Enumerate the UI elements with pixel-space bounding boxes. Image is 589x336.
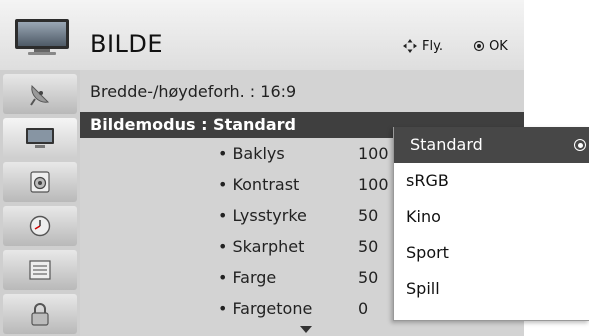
four-way-arrows-icon [403, 39, 417, 53]
setting-value: 100 [358, 144, 389, 163]
radio-selected-icon [574, 139, 586, 151]
setting-label: Farge [232, 268, 277, 287]
setting-value: 50 [358, 268, 379, 287]
clock-time-icon [29, 215, 51, 237]
mode-option-label: sRGB [406, 171, 449, 190]
sidebar-item-audio[interactable] [3, 162, 77, 202]
options-icon [29, 260, 51, 280]
setting-label: Skarphet [232, 237, 305, 256]
picture-mode-dropdown: Standard sRGB Kino Sport Spill [393, 127, 589, 321]
setting-label: Fargetone [232, 299, 313, 318]
sidebar-item-picture[interactable] [3, 118, 77, 158]
setting-row-sharpness[interactable]: • Skarphet 50 [218, 237, 418, 259]
ok-hint-label: OK [489, 38, 508, 54]
setting-row-brightness[interactable]: • Lysstyrke 50 [218, 206, 418, 228]
category-sidebar [0, 70, 80, 336]
mode-option-standard[interactable]: Standard [394, 127, 589, 163]
picture-mode-label: Bildemodus : Standard [90, 115, 296, 134]
mode-option-spill[interactable]: Spill [394, 271, 589, 307]
mode-option-label: Spill [406, 279, 440, 298]
setting-label: Baklys [232, 144, 285, 163]
bullet-icon: • [218, 237, 228, 256]
menu-header: BILDE Fly. OK [0, 0, 524, 70]
mode-option-label: Standard [410, 135, 483, 154]
sidebar-item-setup[interactable] [3, 74, 77, 114]
lock-icon [31, 303, 49, 326]
ok-button-icon [473, 40, 485, 52]
setting-row-contrast[interactable]: • Kontrast 100 [218, 175, 418, 197]
satellite-dish-icon [30, 84, 50, 106]
speaker-audio-icon [30, 171, 50, 193]
mode-option-label: Kino [406, 207, 441, 226]
bullet-icon: • [218, 175, 228, 194]
setting-value: 0 [358, 299, 369, 318]
mode-option-label: Sport [406, 243, 449, 262]
nav-hint-label: Fly. [422, 38, 444, 54]
setting-row-color[interactable]: • Farge 50 [218, 268, 418, 290]
bullet-icon: • [218, 206, 228, 225]
tv-picture-icon [26, 128, 54, 148]
scroll-down-arrow-icon[interactable] [300, 326, 312, 333]
bullet-icon: • [218, 268, 228, 287]
setting-value: 100 [358, 175, 389, 194]
setting-row-tint[interactable]: • Fargetone 0 [218, 299, 418, 321]
bullet-icon: • [218, 144, 228, 163]
tv-icon [15, 19, 69, 55]
sidebar-item-lock[interactable] [3, 294, 77, 334]
setting-label: Lysstyrke [232, 206, 307, 225]
setting-value: 50 [358, 237, 379, 256]
navigation-hint: Fly. OK [402, 38, 508, 54]
setting-value: 50 [358, 206, 379, 225]
menu-title: BILDE [90, 30, 164, 58]
aspect-ratio-item[interactable]: Bredde-/høydeforh. : 16:9 [90, 82, 296, 101]
setting-label: Kontrast [232, 175, 300, 194]
bullet-icon: • [218, 299, 228, 318]
setting-row-backlight[interactable]: • Baklys 100 [218, 144, 418, 166]
mode-option-srgb[interactable]: sRGB [394, 163, 589, 199]
mode-option-sport[interactable]: Sport [394, 235, 589, 271]
sidebar-item-options[interactable] [3, 250, 77, 290]
mode-option-kino[interactable]: Kino [394, 199, 589, 235]
sidebar-item-time[interactable] [3, 206, 77, 246]
